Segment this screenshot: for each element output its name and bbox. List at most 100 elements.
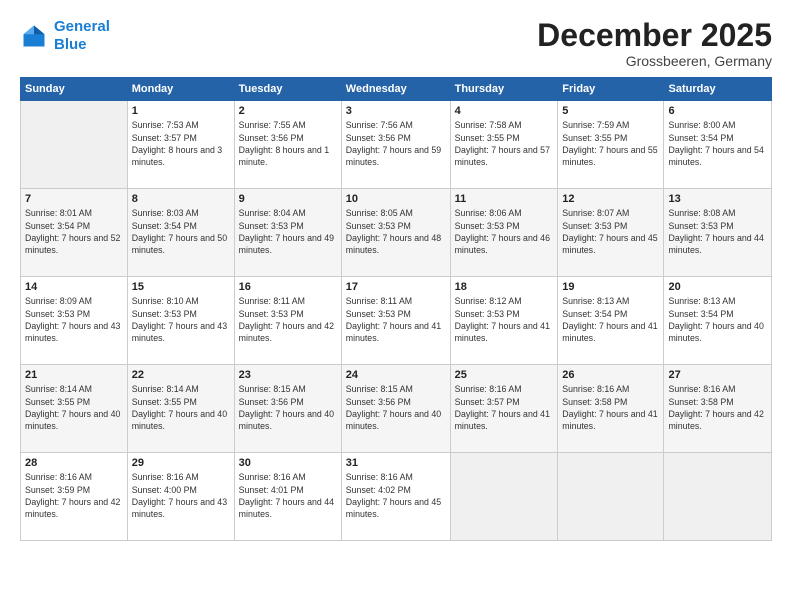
calendar-cell: 3 Sunrise: 7:56 AMSunset: 3:56 PMDaylight… <box>341 101 450 189</box>
day-number: 23 <box>239 369 337 381</box>
day-header-saturday: Saturday <box>664 78 772 101</box>
day-number: 3 <box>346 105 446 117</box>
day-info: Sunrise: 8:05 AMSunset: 3:53 PMDaylight:… <box>346 207 446 256</box>
day-header-monday: Monday <box>127 78 234 101</box>
logo-line1: General <box>54 18 110 35</box>
month-title: December 2025 <box>537 18 772 53</box>
day-number: 1 <box>132 105 230 117</box>
day-header-thursday: Thursday <box>450 78 558 101</box>
day-info: Sunrise: 8:12 AMSunset: 3:53 PMDaylight:… <box>455 295 554 344</box>
day-number: 13 <box>668 193 767 205</box>
day-info: Sunrise: 8:16 AMSunset: 4:02 PMDaylight:… <box>346 471 446 520</box>
logo-icon <box>20 22 48 50</box>
week-row-3: 14 Sunrise: 8:09 AMSunset: 3:53 PMDayligh… <box>21 277 772 365</box>
day-number: 16 <box>239 281 337 293</box>
day-info: Sunrise: 7:56 AMSunset: 3:56 PMDaylight:… <box>346 119 446 168</box>
calendar-cell: 16 Sunrise: 8:11 AMSunset: 3:53 PMDayligh… <box>234 277 341 365</box>
day-number: 8 <box>132 193 230 205</box>
calendar-table: SundayMondayTuesdayWednesdayThursdayFrid… <box>20 77 772 541</box>
logo-text: General Blue <box>54 18 110 54</box>
day-info: Sunrise: 8:14 AMSunset: 3:55 PMDaylight:… <box>25 383 123 432</box>
week-row-4: 21 Sunrise: 8:14 AMSunset: 3:55 PMDayligh… <box>21 365 772 453</box>
day-number: 27 <box>668 369 767 381</box>
calendar-cell: 14 Sunrise: 8:09 AMSunset: 3:53 PMDayligh… <box>21 277 128 365</box>
calendar-cell: 19 Sunrise: 8:13 AMSunset: 3:54 PMDayligh… <box>558 277 664 365</box>
title-block: December 2025 Grossbeeren, Germany <box>537 18 772 69</box>
day-info: Sunrise: 8:08 AMSunset: 3:53 PMDaylight:… <box>668 207 767 256</box>
page: General Blue December 2025 Grossbeeren, … <box>0 0 792 612</box>
calendar-cell: 22 Sunrise: 8:14 AMSunset: 3:55 PMDayligh… <box>127 365 234 453</box>
day-number: 5 <box>562 105 659 117</box>
day-number: 10 <box>346 193 446 205</box>
calendar-cell: 23Sunrise: 8:15 AMSunset: 3:56 PMDayligh… <box>234 365 341 453</box>
day-info: Sunrise: 7:58 AMSunset: 3:55 PMDaylight:… <box>455 119 554 168</box>
week-row-2: 7Sunrise: 8:01 AMSunset: 3:54 PMDaylight… <box>21 189 772 277</box>
calendar-cell: 1 Sunrise: 7:53 AMSunset: 3:57 PMDaylight… <box>127 101 234 189</box>
calendar-cell: 21 Sunrise: 8:14 AMSunset: 3:55 PMDayligh… <box>21 365 128 453</box>
day-number: 30 <box>239 457 337 469</box>
calendar-cell: 26 Sunrise: 8:16 AMSunset: 3:58 PMDayligh… <box>558 365 664 453</box>
day-number: 28 <box>25 457 123 469</box>
calendar-cell: 10 Sunrise: 8:05 AMSunset: 3:53 PMDayligh… <box>341 189 450 277</box>
logo: General Blue <box>20 18 110 54</box>
day-number: 19 <box>562 281 659 293</box>
day-number: 21 <box>25 369 123 381</box>
day-info: Sunrise: 7:55 AMSunset: 3:56 PMDaylight:… <box>239 119 337 168</box>
day-info: Sunrise: 8:11 AMSunset: 3:53 PMDaylight:… <box>239 295 337 344</box>
day-info: Sunrise: 8:16 AMSunset: 3:58 PMDaylight:… <box>668 383 767 432</box>
day-number: 4 <box>455 105 554 117</box>
day-number: 6 <box>668 105 767 117</box>
day-info: Sunrise: 8:16 AMSunset: 3:59 PMDaylight:… <box>25 471 123 520</box>
day-number: 18 <box>455 281 554 293</box>
day-info: Sunrise: 8:16 AMSunset: 4:00 PMDaylight:… <box>132 471 230 520</box>
day-info: Sunrise: 8:04 AMSunset: 3:53 PMDaylight:… <box>239 207 337 256</box>
calendar-cell <box>21 101 128 189</box>
day-number: 26 <box>562 369 659 381</box>
day-info: Sunrise: 8:14 AMSunset: 3:55 PMDaylight:… <box>132 383 230 432</box>
calendar-cell: 17 Sunrise: 8:11 AMSunset: 3:53 PMDayligh… <box>341 277 450 365</box>
day-info: Sunrise: 8:01 AMSunset: 3:54 PMDaylight:… <box>25 207 123 256</box>
calendar-cell: 4 Sunrise: 7:58 AMSunset: 3:55 PMDaylight… <box>450 101 558 189</box>
calendar-cell: 28 Sunrise: 8:16 AMSunset: 3:59 PMDayligh… <box>21 453 128 541</box>
calendar-cell <box>450 453 558 541</box>
logo-line2: Blue <box>54 36 87 53</box>
day-number: 2 <box>239 105 337 117</box>
header: General Blue December 2025 Grossbeeren, … <box>20 18 772 69</box>
day-info: Sunrise: 7:59 AMSunset: 3:55 PMDaylight:… <box>562 119 659 168</box>
calendar-cell: 20 Sunrise: 8:13 AMSunset: 3:54 PMDayligh… <box>664 277 772 365</box>
day-number: 20 <box>668 281 767 293</box>
day-number: 11 <box>455 193 554 205</box>
day-number: 24 <box>346 369 446 381</box>
day-number: 14 <box>25 281 123 293</box>
week-row-5: 28 Sunrise: 8:16 AMSunset: 3:59 PMDayligh… <box>21 453 772 541</box>
calendar-cell: 7Sunrise: 8:01 AMSunset: 3:54 PMDaylight… <box>21 189 128 277</box>
day-info: Sunrise: 8:09 AMSunset: 3:53 PMDaylight:… <box>25 295 123 344</box>
calendar-cell: 29Sunrise: 8:16 AMSunset: 4:00 PMDayligh… <box>127 453 234 541</box>
calendar-cell: 9 Sunrise: 8:04 AMSunset: 3:53 PMDaylight… <box>234 189 341 277</box>
calendar-cell: 27 Sunrise: 8:16 AMSunset: 3:58 PMDayligh… <box>664 365 772 453</box>
day-info: Sunrise: 8:13 AMSunset: 3:54 PMDaylight:… <box>562 295 659 344</box>
calendar-cell <box>558 453 664 541</box>
day-info: Sunrise: 8:15 AMSunset: 3:56 PMDaylight:… <box>346 383 446 432</box>
calendar-cell: 6 Sunrise: 8:00 AMSunset: 3:54 PMDaylight… <box>664 101 772 189</box>
day-number: 25 <box>455 369 554 381</box>
day-info: Sunrise: 8:11 AMSunset: 3:53 PMDaylight:… <box>346 295 446 344</box>
day-info: Sunrise: 8:00 AMSunset: 3:54 PMDaylight:… <box>668 119 767 168</box>
day-number: 17 <box>346 281 446 293</box>
day-info: Sunrise: 8:16 AMSunset: 3:58 PMDaylight:… <box>562 383 659 432</box>
day-number: 22 <box>132 369 230 381</box>
calendar-cell: 18 Sunrise: 8:12 AMSunset: 3:53 PMDayligh… <box>450 277 558 365</box>
calendar-cell: 30Sunrise: 8:16 AMSunset: 4:01 PMDayligh… <box>234 453 341 541</box>
location: Grossbeeren, Germany <box>537 53 772 69</box>
day-info: Sunrise: 7:53 AMSunset: 3:57 PMDaylight:… <box>132 119 230 168</box>
calendar-cell: 11Sunrise: 8:06 AMSunset: 3:53 PMDayligh… <box>450 189 558 277</box>
day-info: Sunrise: 8:10 AMSunset: 3:53 PMDaylight:… <box>132 295 230 344</box>
day-number: 15 <box>132 281 230 293</box>
calendar-cell: 31Sunrise: 8:16 AMSunset: 4:02 PMDayligh… <box>341 453 450 541</box>
day-number: 9 <box>239 193 337 205</box>
day-header-tuesday: Tuesday <box>234 78 341 101</box>
day-info: Sunrise: 8:07 AMSunset: 3:53 PMDaylight:… <box>562 207 659 256</box>
header-row: SundayMondayTuesdayWednesdayThursdayFrid… <box>21 78 772 101</box>
calendar-cell: 12Sunrise: 8:07 AMSunset: 3:53 PMDayligh… <box>558 189 664 277</box>
day-info: Sunrise: 8:13 AMSunset: 3:54 PMDaylight:… <box>668 295 767 344</box>
